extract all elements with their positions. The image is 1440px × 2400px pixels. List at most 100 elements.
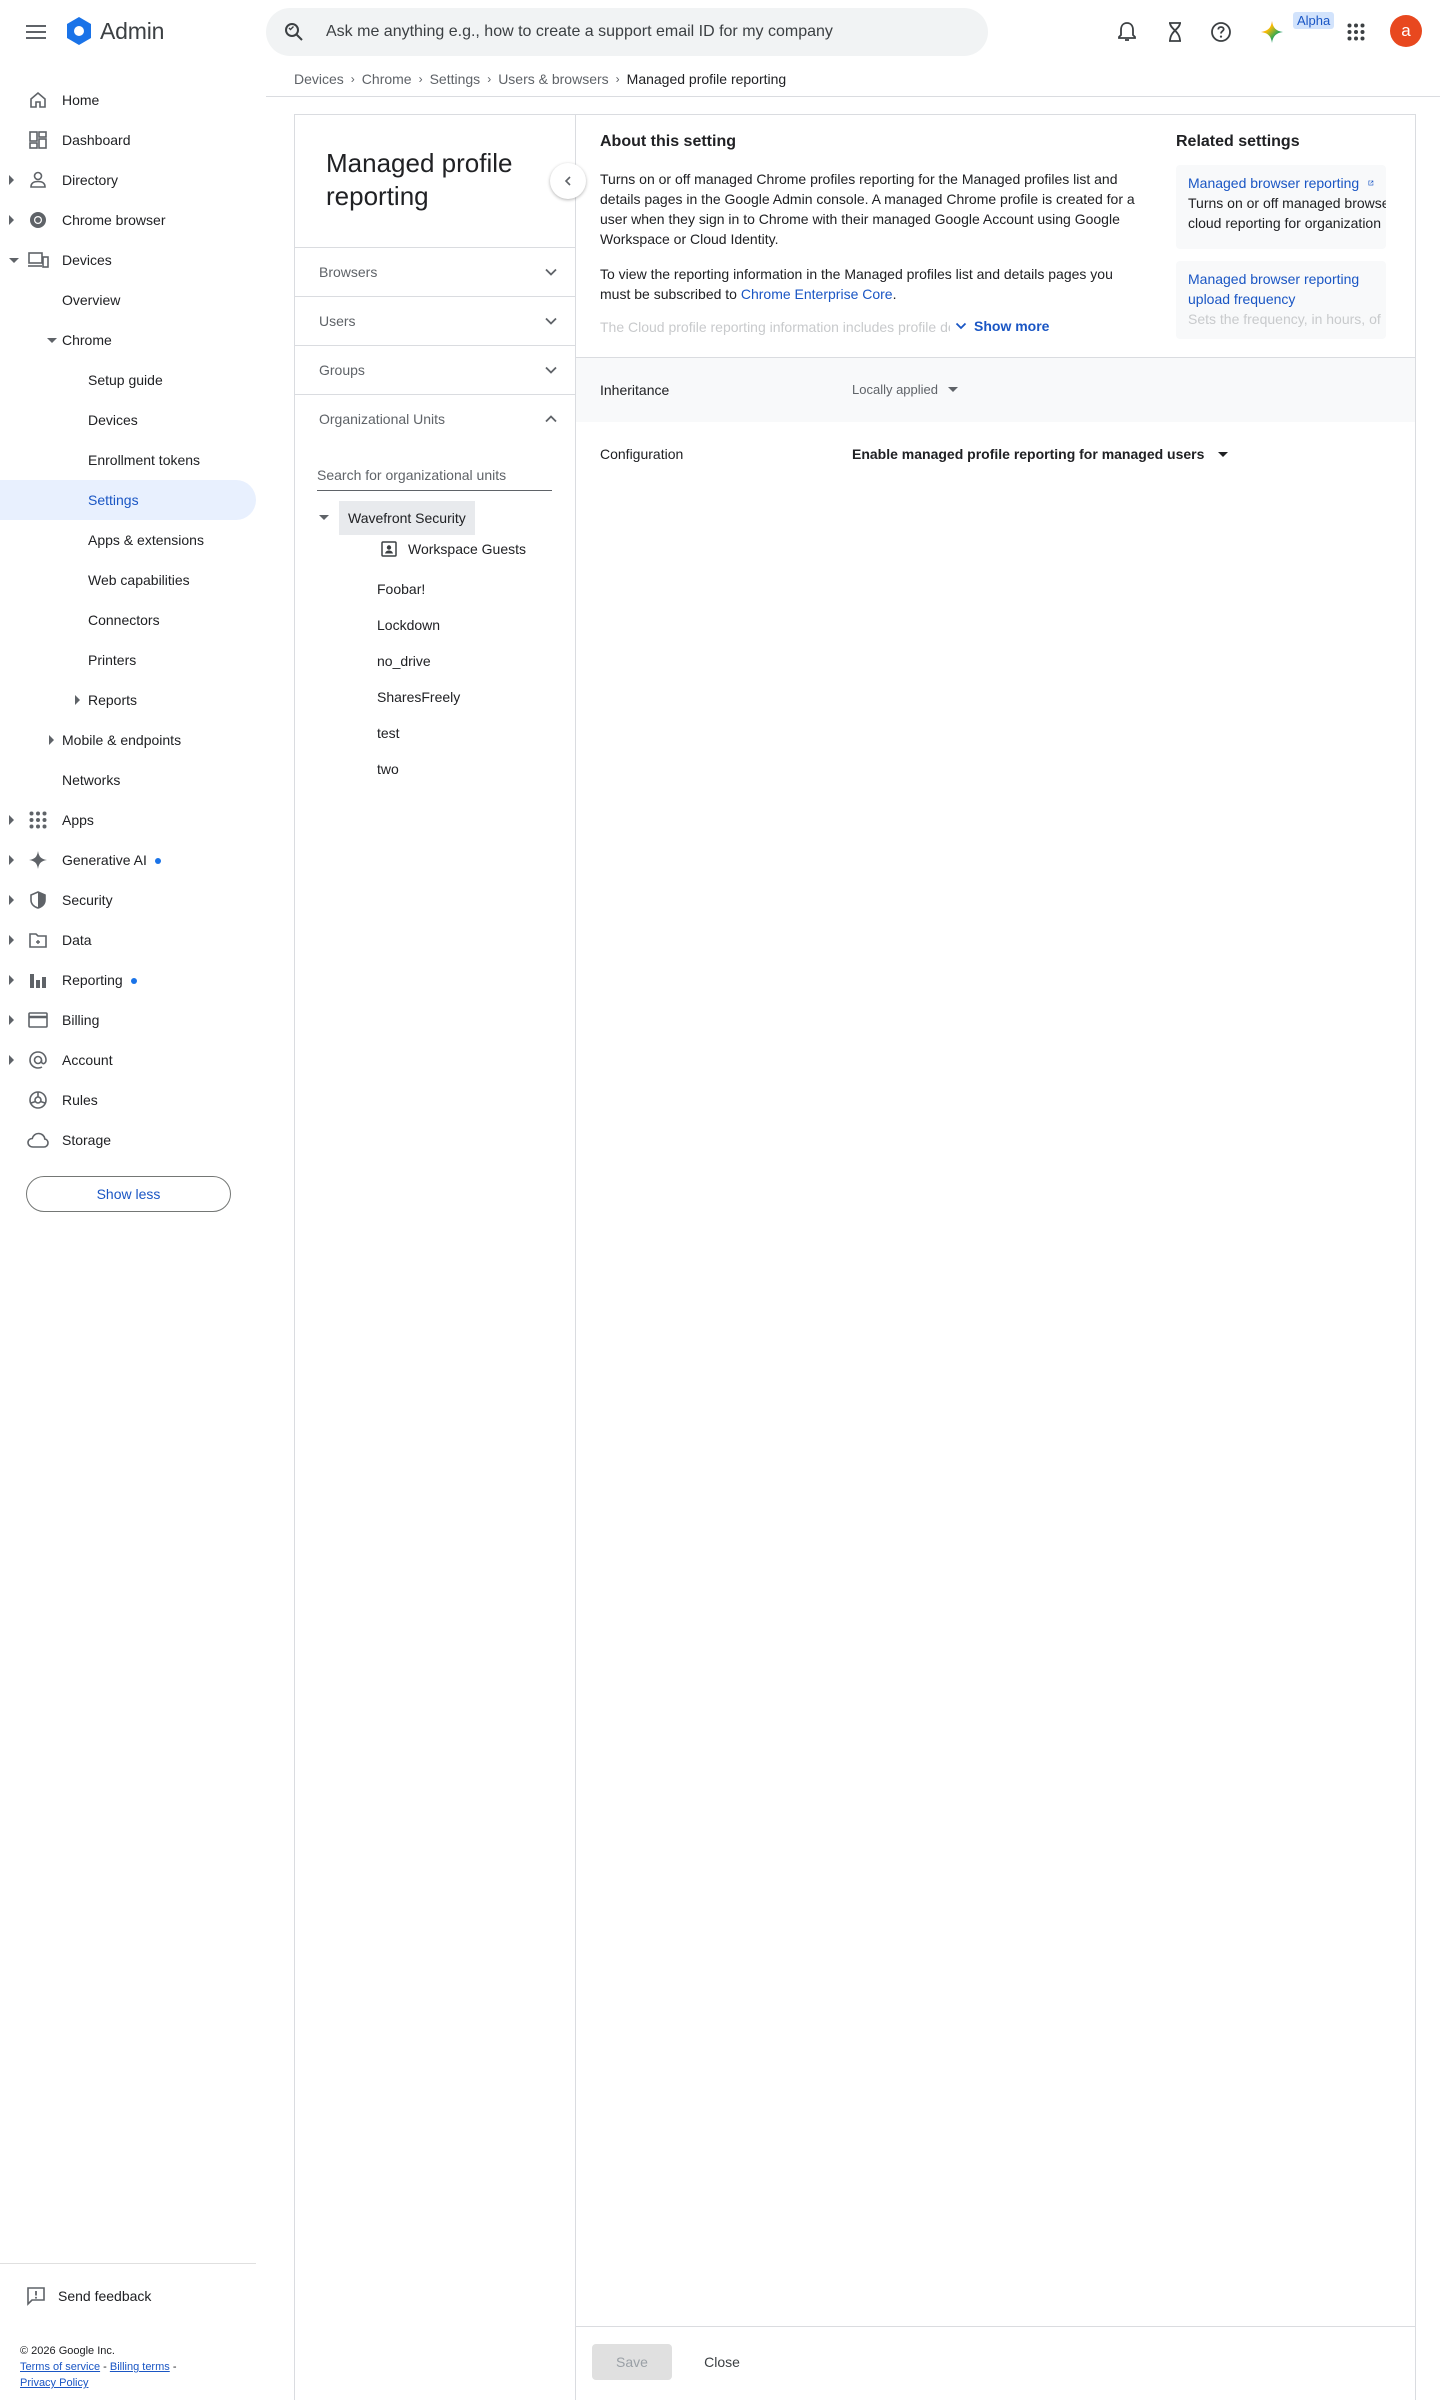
breadcrumb-chrome[interactable]: Chrome xyxy=(362,71,412,87)
billing-terms-link[interactable]: Billing terms xyxy=(110,2361,170,2373)
related-setting-card[interactable]: Managed browser reporting upload frequen… xyxy=(1176,261,1386,339)
sidebar-item-storage[interactable]: Storage xyxy=(0,1120,256,1160)
sidebar-item-data[interactable]: Data xyxy=(0,920,256,960)
sidebar-item-overview[interactable]: Overview xyxy=(0,280,256,320)
collapse-panel-button[interactable] xyxy=(550,163,586,199)
related-settings-heading: Related settings xyxy=(1176,133,1300,150)
sidebar-item-mobile-endpoints[interactable]: Mobile & endpoints xyxy=(0,720,256,760)
sidebar-item-devices[interactable]: Devices xyxy=(0,240,256,280)
chrome-icon xyxy=(26,208,50,232)
sidebar-item-chrome-devices[interactable]: Devices xyxy=(0,400,256,440)
sidebar-item-security[interactable]: Security xyxy=(0,880,256,920)
sidebar-item-chrome-browser[interactable]: Chrome browser xyxy=(0,200,256,240)
ou-search-input[interactable]: Search for organizational units xyxy=(317,461,552,491)
apps-grid-icon[interactable] xyxy=(1339,15,1373,49)
accordion-users[interactable]: Users xyxy=(295,296,575,345)
chevron-up-icon xyxy=(545,415,557,423)
new-indicator-dot xyxy=(154,858,161,865)
sidebar-item-chrome[interactable]: Chrome xyxy=(0,320,256,360)
expand-arrow-icon[interactable] xyxy=(9,815,14,825)
expand-arrow-icon[interactable] xyxy=(9,935,14,945)
hourglass-tasks-icon[interactable] xyxy=(1158,15,1192,49)
main-menu-icon[interactable] xyxy=(20,16,52,48)
sidebar-divider xyxy=(0,2263,256,2264)
sidebar-item-enrollment-tokens[interactable]: Enrollment tokens xyxy=(0,440,256,480)
sidebar-item-rules[interactable]: Rules xyxy=(0,1080,256,1120)
send-feedback-button[interactable]: Send feedback xyxy=(26,2286,151,2306)
breadcrumb-users-browsers[interactable]: Users & browsers xyxy=(498,71,608,87)
sidebar-item-connectors[interactable]: Connectors xyxy=(0,600,256,640)
ou-item[interactable]: two xyxy=(377,761,399,777)
inheritance-dropdown[interactable]: Locally applied xyxy=(852,382,959,397)
chevron-right-icon: › xyxy=(487,72,492,86)
breadcrumb-devices[interactable]: Devices xyxy=(294,71,344,87)
close-button[interactable]: Close xyxy=(686,2344,758,2380)
show-less-button[interactable]: Show less xyxy=(26,1176,231,1212)
ou-root-item[interactable]: Wavefront Security xyxy=(339,501,475,535)
chrome-enterprise-core-link[interactable]: Chrome Enterprise Core xyxy=(741,286,893,302)
related-setting-link[interactable]: Managed browser reporting xyxy=(1188,173,1374,193)
expand-arrow-icon[interactable] xyxy=(9,855,14,865)
expand-arrow-icon[interactable] xyxy=(49,735,54,745)
expand-arrow-icon[interactable] xyxy=(9,175,14,185)
privacy-policy-link[interactable]: Privacy Policy xyxy=(20,2377,88,2389)
sidebar-item-setup-guide[interactable]: Setup guide xyxy=(0,360,256,400)
expand-arrow-icon[interactable] xyxy=(9,1015,14,1025)
sidebar-item-reports[interactable]: Reports xyxy=(0,680,256,720)
notifications-bell-icon[interactable] xyxy=(1110,15,1144,49)
sidebar-item-networks[interactable]: Networks xyxy=(0,760,256,800)
expand-arrow-icon[interactable] xyxy=(75,695,80,705)
related-setting-card[interactable]: Managed browser reporting Turns on or of… xyxy=(1176,165,1386,249)
sidebar-item-reporting[interactable]: Reporting xyxy=(0,960,256,1000)
search-bar[interactable]: Ask me anything e.g., how to create a su… xyxy=(266,8,988,56)
sidebar-item-label: Web capabilities xyxy=(88,572,190,588)
related-link-text: Managed browser reporting xyxy=(1188,175,1360,191)
account-avatar[interactable]: a xyxy=(1390,15,1422,47)
expand-arrow-icon[interactable] xyxy=(9,895,14,905)
ou-item[interactable]: SharesFreely xyxy=(377,689,460,705)
sidebar-item-dashboard[interactable]: Dashboard xyxy=(0,120,256,160)
sidebar-item-apps[interactable]: Apps xyxy=(0,800,256,840)
ou-item-workspace-guests[interactable]: Workspace Guests xyxy=(381,541,526,557)
help-icon[interactable] xyxy=(1204,15,1238,49)
accordion-organizational-units[interactable]: Organizational Units xyxy=(295,394,575,443)
collapse-arrow-icon[interactable] xyxy=(319,515,329,520)
configuration-dropdown[interactable]: Enable managed profile reporting for man… xyxy=(852,446,1229,462)
gemini-sparkle-icon[interactable] xyxy=(1255,15,1289,49)
footer-links-row: Terms of service - Billing terms - xyxy=(20,2361,177,2373)
shield-icon xyxy=(26,888,50,912)
sidebar-item-label: Storage xyxy=(62,1132,112,1148)
expand-arrow-icon[interactable] xyxy=(9,975,14,985)
related-setting-link[interactable]: Managed browser reporting upload frequen… xyxy=(1188,269,1386,309)
sidebar-item-account[interactable]: Account xyxy=(0,1040,256,1080)
ou-item[interactable]: Lockdown xyxy=(377,617,440,633)
ou-item[interactable]: test xyxy=(377,725,400,741)
save-button[interactable]: Save xyxy=(592,2344,672,2380)
collapse-arrow-icon[interactable] xyxy=(47,337,57,343)
expand-arrow-icon[interactable] xyxy=(9,215,14,225)
accordion-browsers[interactable]: Browsers xyxy=(295,247,575,296)
breadcrumb-settings[interactable]: Settings xyxy=(430,71,481,87)
cloud-icon xyxy=(26,1128,50,1152)
show-more-button[interactable]: Show more xyxy=(950,318,1054,334)
sidebar-item-printers[interactable]: Printers xyxy=(0,640,256,680)
accordion-groups[interactable]: Groups xyxy=(295,345,575,394)
ou-item[interactable]: no_drive xyxy=(377,653,431,669)
sidebar-item-apps-extensions[interactable]: Apps & extensions xyxy=(0,520,256,560)
sidebar-item-label: Rules xyxy=(62,1092,98,1108)
sidebar-item-home[interactable]: Home xyxy=(0,80,256,120)
copyright-text: © 2026 Google Inc. xyxy=(20,2345,115,2357)
sidebar-item-web-capabilities[interactable]: Web capabilities xyxy=(0,560,256,600)
sidebar-item-settings[interactable]: Settings xyxy=(0,480,256,520)
expand-arrow-icon[interactable] xyxy=(9,1055,14,1065)
about-paragraph-2-end: . xyxy=(892,286,897,302)
accordion-label: Browsers xyxy=(319,264,378,280)
admin-logo[interactable]: Admin xyxy=(64,16,164,46)
ou-item[interactable]: Foobar! xyxy=(377,581,425,597)
terms-of-service-link[interactable]: Terms of service xyxy=(20,2361,100,2373)
sidebar-item-generative-ai[interactable]: Generative AI xyxy=(0,840,256,880)
search-input[interactable]: Ask me anything e.g., how to create a su… xyxy=(326,23,833,41)
sidebar-item-directory[interactable]: Directory xyxy=(0,160,256,200)
sidebar-item-billing[interactable]: Billing xyxy=(0,1000,256,1040)
collapse-arrow-icon[interactable] xyxy=(9,257,19,263)
